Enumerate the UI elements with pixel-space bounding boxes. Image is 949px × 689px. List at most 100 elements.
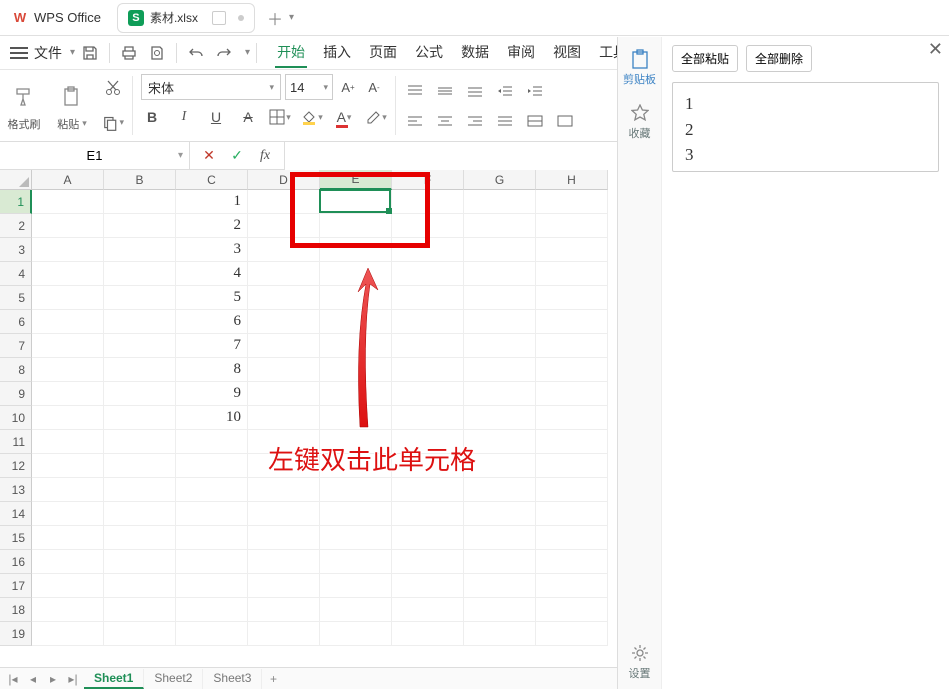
cell[interactable]	[248, 622, 320, 646]
cell[interactable]	[104, 238, 176, 262]
clipboard-nav-clipboard[interactable]: 剪贴板	[618, 43, 661, 93]
cell[interactable]	[248, 526, 320, 550]
cell[interactable]	[392, 502, 464, 526]
sheet-tab[interactable]: Sheet2	[144, 669, 203, 689]
save-button[interactable]	[77, 40, 103, 66]
cell[interactable]	[536, 550, 608, 574]
cell[interactable]	[464, 190, 536, 214]
cell[interactable]	[464, 238, 536, 262]
delete-all-button[interactable]: 全部删除	[746, 45, 812, 72]
name-box-input[interactable]	[0, 148, 189, 163]
row-header[interactable]: 13	[0, 478, 32, 502]
cell[interactable]	[32, 262, 104, 286]
cell[interactable]: 9	[176, 382, 248, 406]
cell[interactable]	[104, 502, 176, 526]
cell[interactable]	[104, 190, 176, 214]
cell[interactable]	[248, 358, 320, 382]
font-color-button[interactable]: A▾	[333, 106, 355, 128]
row-header[interactable]: 17	[0, 574, 32, 598]
cell[interactable]	[464, 598, 536, 622]
cell[interactable]	[536, 574, 608, 598]
cell[interactable]: 5	[176, 286, 248, 310]
row-header[interactable]: 10	[0, 406, 32, 430]
cell[interactable]	[320, 382, 392, 406]
cell[interactable]	[104, 262, 176, 286]
cell[interactable]	[248, 262, 320, 286]
cell[interactable]	[536, 286, 608, 310]
cell[interactable]: 6	[176, 310, 248, 334]
redo-button[interactable]	[211, 40, 237, 66]
new-tab-button[interactable]: ＋	[267, 6, 283, 30]
cell[interactable]	[392, 622, 464, 646]
cell[interactable]	[536, 334, 608, 358]
align-bottom-button[interactable]	[464, 80, 486, 102]
clear-format-button[interactable]: ▾	[365, 106, 387, 128]
row-header[interactable]: 16	[0, 550, 32, 574]
row-header[interactable]: 15	[0, 526, 32, 550]
row-header[interactable]: 5	[0, 286, 32, 310]
format-painter-icon[interactable]	[6, 80, 42, 114]
cell[interactable]	[104, 358, 176, 382]
cell[interactable]	[104, 334, 176, 358]
cell[interactable]	[248, 574, 320, 598]
cell[interactable]	[392, 310, 464, 334]
sheet-prev-button[interactable]: ◂	[24, 670, 42, 688]
cell[interactable]	[392, 574, 464, 598]
cell[interactable]	[32, 238, 104, 262]
cell[interactable]	[320, 598, 392, 622]
cell[interactable]	[32, 598, 104, 622]
cell[interactable]	[32, 622, 104, 646]
cell[interactable]	[320, 214, 392, 238]
cell[interactable]	[536, 262, 608, 286]
cell[interactable]	[32, 214, 104, 238]
cell[interactable]: 4	[176, 262, 248, 286]
cell[interactable]	[536, 310, 608, 334]
cell[interactable]	[536, 358, 608, 382]
cell[interactable]	[32, 454, 104, 478]
cell[interactable]	[392, 286, 464, 310]
name-box-chevron-icon[interactable]: ▾	[178, 150, 183, 161]
italic-button[interactable]: I	[173, 106, 195, 128]
cell[interactable]	[32, 550, 104, 574]
cell[interactable]	[248, 334, 320, 358]
cell[interactable]	[320, 622, 392, 646]
cell[interactable]	[320, 478, 392, 502]
cell[interactable]	[248, 502, 320, 526]
document-tab[interactable]: S 素材.xlsx	[117, 3, 255, 33]
cell[interactable]	[536, 190, 608, 214]
cell[interactable]	[104, 454, 176, 478]
cut-button[interactable]	[102, 77, 124, 99]
merge-cells-button[interactable]	[524, 110, 546, 132]
increase-indent-button[interactable]	[524, 80, 546, 102]
cell[interactable]	[464, 478, 536, 502]
cell[interactable]	[104, 214, 176, 238]
align-right-button[interactable]	[464, 110, 486, 132]
cell[interactable]	[464, 214, 536, 238]
column-header[interactable]: C	[176, 170, 248, 190]
copy-button[interactable]: ▾	[102, 112, 124, 134]
cell[interactable]	[176, 526, 248, 550]
row-header[interactable]: 4	[0, 262, 32, 286]
row-header[interactable]: 14	[0, 502, 32, 526]
cell[interactable]	[392, 238, 464, 262]
align-center-button[interactable]	[434, 110, 456, 132]
cell[interactable]	[536, 502, 608, 526]
paste-label[interactable]: 粘贴▾	[57, 116, 87, 132]
fx-button[interactable]: fx	[254, 145, 276, 167]
cell[interactable]	[32, 502, 104, 526]
underline-button[interactable]: U	[205, 106, 227, 128]
cell[interactable]	[32, 310, 104, 334]
cell[interactable]	[536, 430, 608, 454]
clipboard-item[interactable]: 123	[672, 82, 939, 172]
cell[interactable]: 3	[176, 238, 248, 262]
align-left-button[interactable]	[404, 110, 426, 132]
cell[interactable]	[32, 286, 104, 310]
row-header[interactable]: 1	[0, 190, 32, 214]
accept-formula-button[interactable]: ✓	[226, 145, 248, 167]
clipboard-nav-favorite[interactable]: 收藏	[618, 97, 661, 147]
cell[interactable]	[248, 478, 320, 502]
close-panel-button[interactable]: ✕	[928, 39, 943, 60]
cell[interactable]	[32, 478, 104, 502]
row-header[interactable]: 12	[0, 454, 32, 478]
cell[interactable]	[248, 550, 320, 574]
